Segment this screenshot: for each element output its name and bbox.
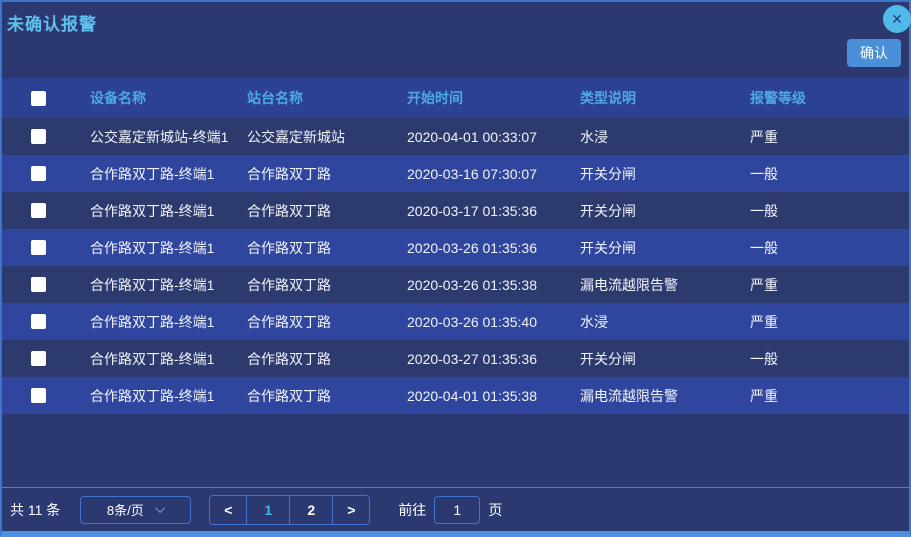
total-count-label: 共 11 条	[10, 500, 60, 520]
row-checkbox-cell	[2, 351, 88, 366]
row-checkbox[interactable]	[31, 129, 46, 144]
start-time-cell: 2020-04-01 01:35:38	[405, 388, 578, 404]
row-checkbox-cell	[2, 166, 88, 181]
station-name-cell: 公交嘉定新城站	[245, 127, 405, 147]
row-checkbox-cell	[2, 277, 88, 292]
device-name-cell: 合作路双丁路-终端1	[88, 312, 245, 332]
device-name-cell: 合作路双丁路-终端1	[88, 164, 245, 184]
column-header-device: 设备名称	[88, 88, 245, 108]
chevron-down-icon	[155, 503, 165, 513]
station-name-cell: 合作路双丁路	[245, 349, 405, 369]
row-checkbox-cell	[2, 240, 88, 255]
close-button[interactable]: ✕	[883, 5, 911, 33]
alarm-type-cell: 开关分闸	[578, 349, 748, 369]
station-name-cell: 合作路双丁路	[245, 201, 405, 221]
row-checkbox[interactable]	[31, 166, 46, 181]
table-empty-space	[2, 414, 909, 487]
device-name-cell: 合作路双丁路-终端1	[88, 275, 245, 295]
row-checkbox-cell	[2, 129, 88, 144]
column-header-station: 站台名称	[245, 88, 405, 108]
column-header-type: 类型说明	[578, 88, 748, 108]
pager: <12>	[209, 495, 370, 525]
start-time-cell: 2020-03-27 01:35:36	[405, 351, 578, 367]
alarm-level-cell: 严重	[748, 275, 909, 295]
start-time-cell: 2020-03-26 01:35:40	[405, 314, 578, 330]
next-page-button[interactable]: >	[332, 495, 370, 525]
page-size-value: 8条/页	[107, 500, 144, 519]
alarm-type-cell: 开关分闸	[578, 201, 748, 221]
select-all-checkbox[interactable]	[31, 91, 46, 106]
unconfirmed-alarms-dialog: 未确认报警 ✕ 确认 设备名称 站台名称 开始时间 类型说明 报警等级 公交嘉定…	[0, 0, 911, 537]
station-name-cell: 合作路双丁路	[245, 238, 405, 258]
device-name-cell: 合作路双丁路-终端1	[88, 201, 245, 221]
start-time-cell: 2020-04-01 00:33:07	[405, 129, 578, 145]
alarm-level-cell: 一般	[748, 238, 909, 258]
goto-page-input[interactable]	[434, 496, 480, 524]
table-row: 合作路双丁路-终端1合作路双丁路2020-03-26 01:35:36开关分闸一…	[2, 229, 909, 266]
alarm-type-cell: 水浸	[578, 312, 748, 332]
confirm-button[interactable]: 确认	[847, 39, 901, 67]
alarm-type-cell: 开关分闸	[578, 164, 748, 184]
station-name-cell: 合作路双丁路	[245, 312, 405, 332]
alarm-level-cell: 严重	[748, 386, 909, 406]
alarm-type-cell: 漏电流越限告警	[578, 275, 748, 295]
device-name-cell: 合作路双丁路-终端1	[88, 238, 245, 258]
start-time-cell: 2020-03-17 01:35:36	[405, 203, 578, 219]
table-row: 合作路双丁路-终端1合作路双丁路2020-03-26 01:35:40水浸严重	[2, 303, 909, 340]
alarm-level-cell: 严重	[748, 127, 909, 147]
row-checkbox-cell	[2, 314, 88, 329]
alarm-level-cell: 一般	[748, 201, 909, 221]
station-name-cell: 合作路双丁路	[245, 164, 405, 184]
alarm-level-cell: 严重	[748, 312, 909, 332]
dialog-title: 未确认报警	[7, 10, 97, 35]
table-row: 合作路双丁路-终端1合作路双丁路2020-03-17 01:35:36开关分闸一…	[2, 192, 909, 229]
table-row: 公交嘉定新城站-终端1公交嘉定新城站2020-04-01 00:33:07水浸严…	[2, 118, 909, 155]
column-header-level: 报警等级	[748, 88, 909, 108]
station-name-cell: 合作路双丁路	[245, 275, 405, 295]
row-checkbox-cell	[2, 388, 88, 403]
select-all-cell	[2, 91, 88, 106]
start-time-cell: 2020-03-16 07:30:07	[405, 166, 578, 182]
dialog-titlebar: 未确认报警 ✕ 确认	[2, 2, 909, 78]
start-time-cell: 2020-03-26 01:35:38	[405, 277, 578, 293]
start-time-cell: 2020-03-26 01:35:36	[405, 240, 578, 256]
alarm-type-cell: 漏电流越限告警	[578, 386, 748, 406]
row-checkbox[interactable]	[31, 240, 46, 255]
row-checkbox[interactable]	[31, 277, 46, 292]
goto-label: 前往	[398, 500, 426, 520]
row-checkbox[interactable]	[31, 314, 46, 329]
table-row: 合作路双丁路-终端1合作路双丁路2020-04-01 01:35:38漏电流越限…	[2, 377, 909, 414]
alarm-type-cell: 水浸	[578, 127, 748, 147]
table-row: 合作路双丁路-终端1合作路双丁路2020-03-26 01:35:38漏电流越限…	[2, 266, 909, 303]
row-checkbox[interactable]	[31, 351, 46, 366]
page-button-2[interactable]: 2	[289, 495, 333, 525]
table-body: 公交嘉定新城站-终端1公交嘉定新城站2020-04-01 00:33:07水浸严…	[2, 118, 909, 414]
row-checkbox-cell	[2, 203, 88, 218]
table-header-row: 设备名称 站台名称 开始时间 类型说明 报警等级	[2, 78, 909, 118]
device-name-cell: 公交嘉定新城站-终端1	[88, 127, 245, 147]
alarm-level-cell: 一般	[748, 164, 909, 184]
pagination-bar: 共 11 条 8条/页 <12> 前往 页	[2, 487, 909, 531]
device-name-cell: 合作路双丁路-终端1	[88, 349, 245, 369]
alarm-level-cell: 一般	[748, 349, 909, 369]
table-row: 合作路双丁路-终端1合作路双丁路2020-03-16 07:30:07开关分闸一…	[2, 155, 909, 192]
alarm-type-cell: 开关分闸	[578, 238, 748, 258]
prev-page-button[interactable]: <	[209, 495, 247, 525]
table-row: 合作路双丁路-终端1合作路双丁路2020-03-27 01:35:36开关分闸一…	[2, 340, 909, 377]
row-checkbox[interactable]	[31, 203, 46, 218]
column-header-start-time: 开始时间	[405, 88, 578, 108]
goto-suffix-label: 页	[488, 500, 502, 520]
row-checkbox[interactable]	[31, 388, 46, 403]
device-name-cell: 合作路双丁路-终端1	[88, 386, 245, 406]
station-name-cell: 合作路双丁路	[245, 386, 405, 406]
page-button-1[interactable]: 1	[246, 495, 290, 525]
close-icon: ✕	[891, 12, 903, 26]
page-size-select[interactable]: 8条/页	[80, 496, 191, 524]
